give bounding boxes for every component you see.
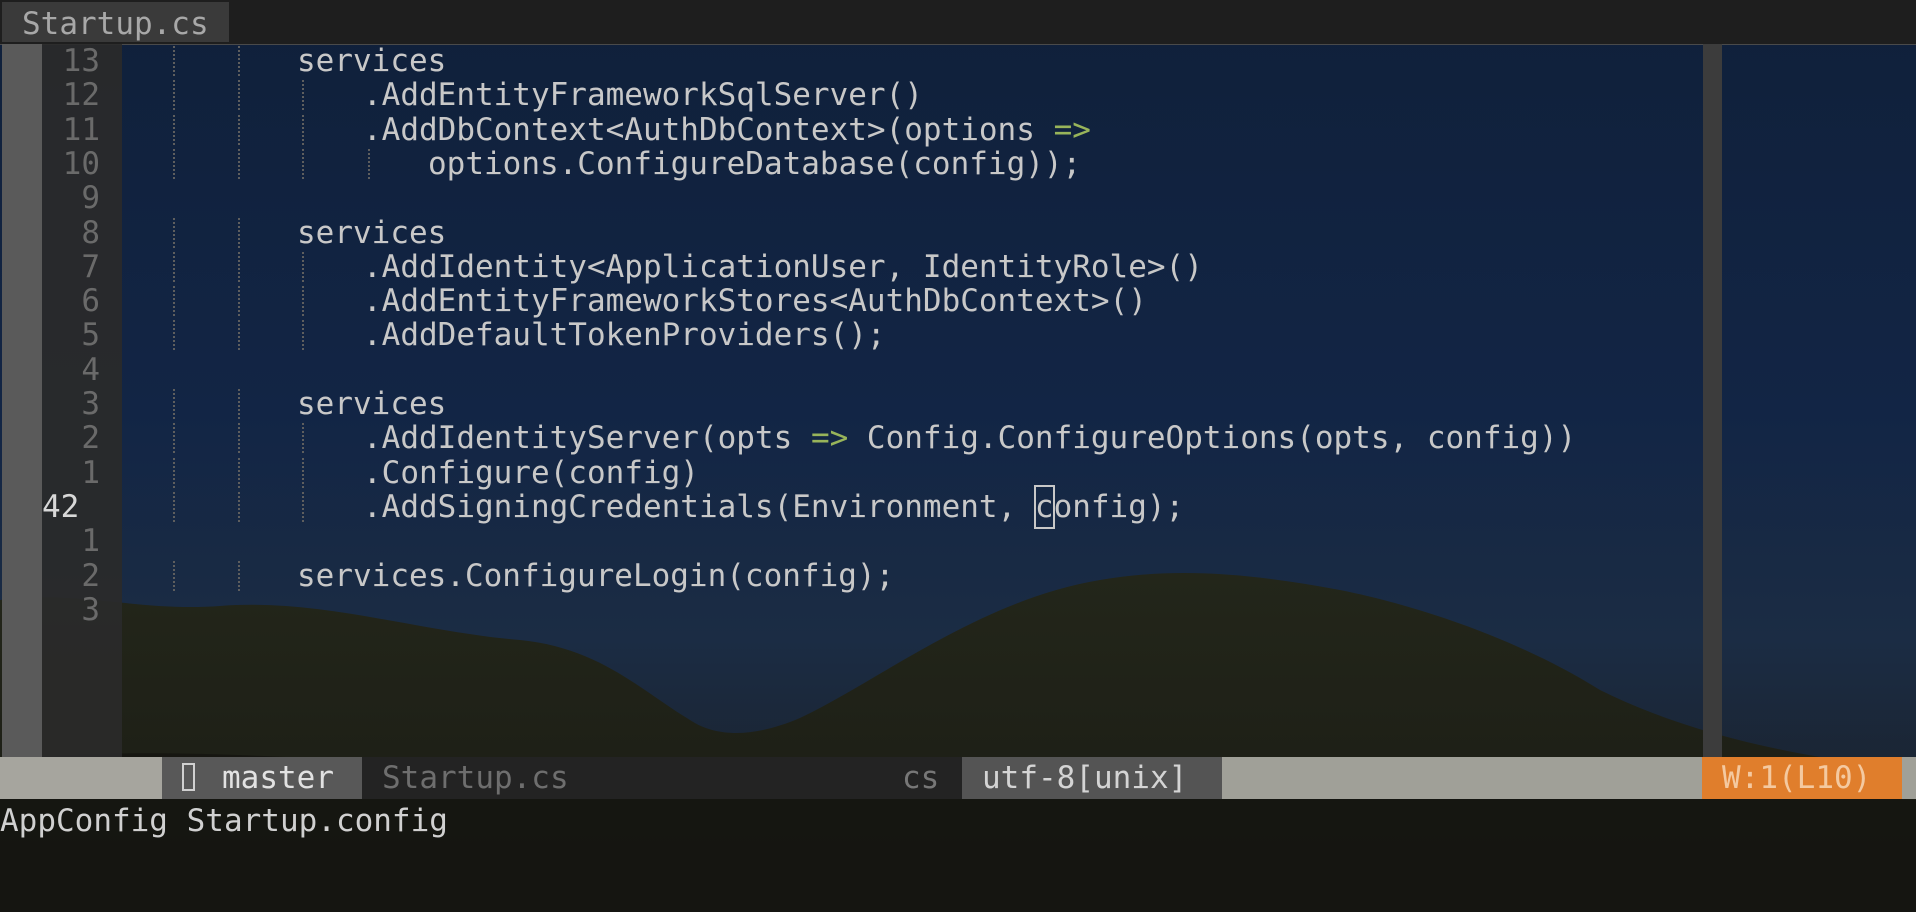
editor-buffer[interactable]: 13 services 12 .AddEntityFrameworkSqlServer…	[0, 44, 1916, 757]
indent-guide	[173, 114, 175, 145]
indent-guide	[302, 114, 304, 145]
indent-guide	[238, 560, 240, 591]
indent-guide	[173, 251, 175, 282]
status-fill	[1222, 757, 1702, 799]
indent-guide	[173, 217, 175, 248]
indent-guide	[173, 389, 175, 419]
indent-guide	[238, 148, 240, 179]
git-branch-icon	[182, 763, 195, 791]
indent-guide	[238, 217, 240, 248]
status-encoding: utf-8[unix]	[982, 760, 1188, 796]
indent-guide	[173, 423, 175, 454]
encoding-segment: utf-8[unix]	[962, 757, 1222, 799]
indent-guide	[302, 251, 304, 282]
indent-guide	[238, 389, 240, 419]
indent-guide	[238, 423, 240, 454]
indent-guide	[368, 148, 370, 179]
warning-segment[interactable]: W:1(L10)	[1702, 757, 1902, 799]
code-line[interactable]: 3	[0, 589, 1916, 631]
indent-guide	[238, 114, 240, 145]
indent-guide	[302, 457, 304, 488]
command-line[interactable]: AppConfig Startup.config	[0, 799, 1916, 843]
tab-line: Startup.cs	[0, 0, 1916, 45]
indent-guide	[173, 560, 175, 591]
branch-name: master	[222, 760, 334, 796]
indent-guide	[238, 491, 240, 522]
branch-segment: master	[162, 757, 362, 799]
tab-startup-cs[interactable]: Startup.cs	[2, 2, 229, 42]
indent-guide	[173, 320, 175, 351]
indent-guide	[173, 148, 175, 179]
indent-guide	[302, 148, 304, 179]
indent-guide	[238, 251, 240, 282]
line-number: 3	[81, 591, 100, 628]
indent-guide	[173, 491, 175, 522]
indent-guide	[302, 423, 304, 454]
status-filetype: cs	[902, 760, 940, 796]
indent-guide	[238, 320, 240, 351]
indent-guide	[173, 457, 175, 488]
indent-guide	[238, 46, 240, 76]
indent-guide	[238, 80, 240, 111]
file-segment: Startup.cs cs	[362, 757, 962, 799]
indent-guide	[173, 80, 175, 111]
mode-segment	[0, 757, 162, 799]
status-line: master Startup.cs cs utf-8[unix] W:1(L10…	[0, 757, 1916, 799]
indent-guide	[302, 491, 304, 522]
indent-guide	[302, 80, 304, 111]
status-filename: Startup.cs	[382, 760, 569, 796]
indent-guide	[238, 457, 240, 488]
indent-guide	[238, 286, 240, 317]
status-warning: W:1(L10)	[1722, 760, 1872, 796]
indent-guide	[173, 46, 175, 76]
indent-guide	[302, 286, 304, 317]
indent-guide	[302, 320, 304, 351]
indent-guide	[173, 286, 175, 317]
